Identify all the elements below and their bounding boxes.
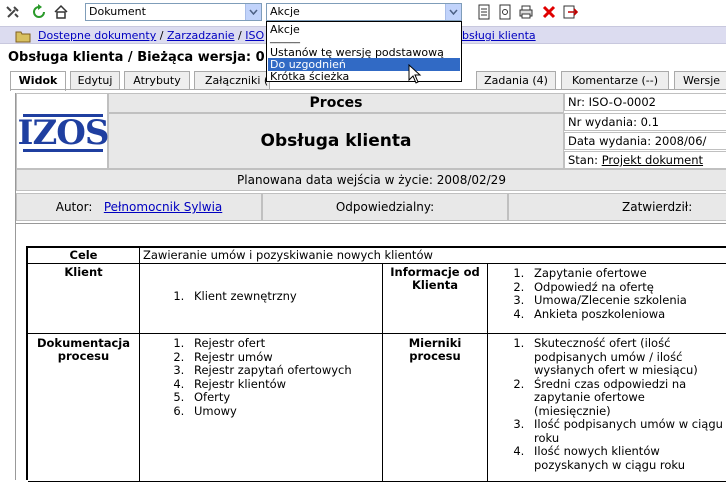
logo-cell: IZOS bbox=[16, 93, 110, 169]
action-dropdown-list: Akcje ______ Ustanów tę wersję podstawow… bbox=[266, 21, 462, 83]
tools-icon[interactable] bbox=[4, 3, 22, 21]
chevron-down-icon bbox=[445, 4, 461, 20]
breadcrumb-link[interactable]: Zarzadzanie bbox=[167, 29, 235, 42]
refresh-icon[interactable] bbox=[30, 3, 48, 21]
goals-value: Zawieranie umów i pozyskiwanie nowych kl… bbox=[140, 248, 726, 264]
print-icon[interactable] bbox=[517, 3, 535, 21]
list-item: Umowy bbox=[188, 404, 382, 419]
documentation-list: Rejestr ofert Rejestr umów Rejestr zapyt… bbox=[140, 336, 382, 419]
dropdown-separator: ______ bbox=[270, 33, 300, 44]
client-info-list: Zapytanie ofertowe Odpowiedź na ofertę U… bbox=[488, 266, 726, 322]
approved-label: Zatwierdził: bbox=[508, 193, 726, 221]
breadcrumb: Dostepne dokumenty / Zarzadzanie / ISO bbox=[38, 29, 264, 42]
author-label: Autor: bbox=[55, 200, 93, 214]
list-item: Rejestr klientów bbox=[188, 377, 382, 392]
tab-wersje[interactable]: Wersje bbox=[674, 71, 726, 90]
breadcrumb-link[interactable]: bsługi klienta bbox=[462, 29, 536, 42]
breadcrumb-link[interactable]: Dostepne dokumenty bbox=[38, 29, 156, 42]
documentation-cell: Rejestr ofert Rejestr umów Rejestr zapyt… bbox=[140, 334, 383, 482]
client-label: Klient bbox=[28, 264, 140, 334]
list-item: Zapytanie ofertowe bbox=[528, 266, 726, 281]
action-select[interactable]: Akcje bbox=[266, 3, 462, 21]
client-info-label: Informacje od Klienta bbox=[383, 264, 488, 334]
tab-edytuj[interactable]: Edytuj bbox=[70, 71, 120, 90]
home-icon[interactable] bbox=[52, 3, 70, 21]
list-item: Rejestr zapytań ofertowych bbox=[188, 363, 382, 378]
delete-icon[interactable] bbox=[540, 3, 558, 21]
state-link[interactable]: Projekt dokument bbox=[602, 153, 703, 167]
documentation-label: Dokumentacja procesu bbox=[28, 334, 140, 482]
divider bbox=[16, 223, 726, 224]
tab-atrybuty[interactable]: Atrybuty bbox=[124, 71, 190, 90]
list-item: Ankieta poszkoleniowa bbox=[528, 307, 726, 322]
tab-zalaczniki[interactable]: Załączniki ( bbox=[194, 71, 270, 90]
document-icon[interactable] bbox=[475, 3, 493, 21]
list-item: Odpowiedź na ofertę bbox=[528, 280, 726, 295]
breadcrumb-separator: / bbox=[234, 29, 246, 42]
tab-komentarze[interactable]: Komentarze (--) bbox=[561, 71, 669, 90]
mouse-cursor-icon bbox=[408, 64, 422, 84]
document-type: Proces bbox=[108, 93, 564, 113]
logo-text: IZOS bbox=[17, 113, 110, 153]
author-link[interactable]: Pełnomocnik Sylwia bbox=[104, 200, 222, 214]
tab-zadania[interactable]: Zadania (4) bbox=[476, 71, 556, 90]
exit-icon[interactable] bbox=[561, 3, 579, 21]
list-item: Oferty bbox=[188, 390, 382, 405]
document-state: Stan: Projekt dokument bbox=[564, 151, 726, 169]
folder-icon bbox=[14, 27, 32, 45]
list-item: Średni czas odpowiedzi na zapytanie ofer… bbox=[528, 377, 723, 419]
edition-date: Data wydania: 2008/06/ bbox=[564, 132, 726, 150]
page-title: Obsługa klienta / Bieżąca wersja: 0 bbox=[8, 50, 265, 65]
list-item: Skuteczność ofert (ilość podpisanych umó… bbox=[528, 336, 723, 378]
breadcrumb-separator: / bbox=[156, 29, 167, 42]
document-select[interactable]: Dokument bbox=[85, 3, 262, 21]
content-table: Cele Zawieranie umów i pozyskiwanie nowy… bbox=[26, 246, 726, 482]
breadcrumb-link[interactable]: ISO bbox=[245, 29, 264, 42]
list-item: Umowa/Zlecenie szkolenia bbox=[528, 293, 726, 308]
izos-logo: IZOS bbox=[18, 113, 110, 153]
chevron-down-icon bbox=[245, 4, 261, 20]
action-select-value: Akcje bbox=[270, 5, 300, 18]
document-name: Obsługa klienta bbox=[108, 113, 564, 169]
document-number: Nr: ISO-O-0002 bbox=[564, 93, 726, 111]
tab-widok[interactable]: Widok bbox=[10, 71, 66, 91]
planned-date: Planowana data wejścia w życie: 2008/02/… bbox=[16, 169, 726, 191]
list-item: Ilość nowych klientów pozyskanych w ciąg… bbox=[528, 444, 723, 472]
author-cell: Autor: Pełnomocnik Sylwia bbox=[16, 193, 262, 221]
metrics-cell: Skuteczność ofert (ilość podpisanych umó… bbox=[488, 334, 726, 482]
list-item: Rejestr umów bbox=[188, 350, 382, 365]
lock-document-icon[interactable] bbox=[496, 3, 514, 21]
list-item: Rejestr ofert bbox=[188, 336, 382, 351]
edition-number: Nr wydania: 0.1 bbox=[564, 113, 726, 131]
list-item: Ilość podpisanych umów w ciągu roku bbox=[528, 417, 723, 445]
state-label: Stan: bbox=[568, 153, 602, 167]
goals-label: Cele bbox=[28, 248, 140, 264]
dropdown-option-short-path[interactable]: Krótka ścieżka bbox=[268, 70, 460, 83]
list-item: Klient zewnętrzny bbox=[188, 289, 382, 304]
tab-divider bbox=[10, 89, 726, 90]
client-list: Klient zewnętrzny bbox=[140, 289, 382, 304]
client-info-cell: Zapytanie ofertowe Odpowiedź na ofertę U… bbox=[488, 264, 726, 334]
document-select-value: Dokument bbox=[89, 5, 146, 18]
client-list-cell: Klient zewnętrzny bbox=[140, 264, 383, 334]
responsible-label: Odpowiedzialny: bbox=[262, 193, 508, 221]
metrics-list: Skuteczność ofert (ilość podpisanych umó… bbox=[488, 336, 723, 472]
metrics-label: Mierniki procesu bbox=[383, 334, 488, 482]
